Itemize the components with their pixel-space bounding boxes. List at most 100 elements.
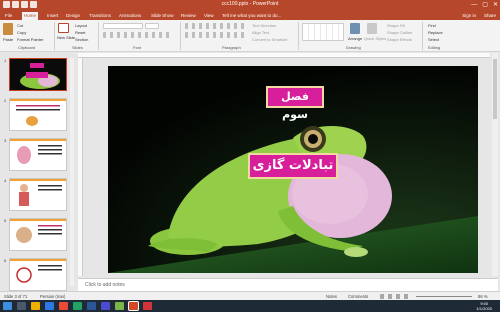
tab-slide-show[interactable]: Slide Show — [149, 12, 176, 20]
select-button[interactable]: Select — [428, 37, 439, 42]
notes-toggle[interactable]: Notes — [326, 294, 337, 299]
slide-count: Slide 3 of 71 — [4, 294, 28, 299]
thumbnail-content — [10, 99, 66, 126]
paste-button[interactable]: Paste — [3, 37, 13, 42]
app-icon[interactable] — [115, 302, 124, 310]
thumbnail-number: 2 — [4, 98, 7, 103]
slide-scrollbar[interactable] — [492, 53, 498, 276]
slide-thumbnail[interactable] — [9, 258, 67, 291]
quick-styles-button[interactable]: Quick Styles — [364, 36, 386, 41]
file-explorer-icon[interactable] — [31, 302, 40, 310]
slide-thumbnail-pane: 1 2 3 4 5 6 — [0, 53, 75, 291]
font-size-box[interactable] — [145, 23, 159, 29]
tab-insert[interactable]: Insert — [45, 12, 60, 20]
start-button[interactable] — [3, 302, 12, 310]
drawing-group-label: Drawing — [346, 45, 361, 50]
tab-file[interactable]: File — [3, 12, 14, 20]
topic-title-box[interactable]: تبادلات گازی — [248, 153, 338, 179]
slide-thumbnail[interactable] — [9, 98, 67, 131]
group-divider — [298, 22, 299, 50]
group-divider — [98, 22, 99, 50]
app-icon[interactable] — [143, 302, 152, 310]
replace-button[interactable]: Replace — [428, 30, 443, 35]
align-text-button[interactable]: Align Text — [252, 30, 269, 35]
comments-toggle[interactable]: Comments — [348, 294, 368, 299]
powerpoint-window: ccc100.pptx - PowerPoint — ▢ ✕ File Home… — [0, 0, 500, 312]
tab-design[interactable]: Design — [64, 12, 82, 20]
close-button[interactable]: ✕ — [493, 1, 498, 9]
maximize-button[interactable]: ▢ — [482, 1, 488, 9]
tab-review[interactable]: Review — [179, 12, 198, 20]
browser-icon[interactable] — [45, 302, 54, 310]
group-divider — [422, 22, 423, 50]
alignment-buttons[interactable] — [185, 32, 245, 38]
font-format-buttons[interactable] — [103, 32, 173, 38]
view-buttons[interactable] — [380, 294, 410, 299]
arrange-button[interactable]: Arrange — [348, 36, 362, 41]
thumbnail-number: 3 — [4, 138, 7, 143]
slide-thumbnail[interactable] — [9, 178, 67, 211]
shape-effects-button[interactable]: Shape Effects — [387, 37, 412, 42]
notes-pane[interactable]: Click to add notes — [78, 278, 498, 291]
section-button[interactable]: Section — [75, 37, 88, 42]
new-slide-icon[interactable] — [58, 23, 69, 33]
paste-icon[interactable] — [3, 23, 13, 35]
zoom-slider[interactable] — [416, 296, 472, 297]
minimize-button[interactable]: — — [471, 1, 477, 9]
cut-button[interactable]: Cut — [17, 23, 23, 28]
reset-button[interactable]: Reset — [75, 30, 85, 35]
thumbnail-number: 4 — [4, 178, 7, 183]
zoom-level[interactable]: 86 % — [478, 294, 488, 299]
thumbnail-number: 6 — [4, 258, 7, 263]
app-icon[interactable] — [59, 302, 68, 310]
arrange-icon[interactable] — [350, 23, 360, 34]
app-icon[interactable] — [101, 302, 110, 310]
list-buttons[interactable] — [185, 23, 245, 29]
search-icon[interactable] — [17, 302, 26, 310]
slide-thumbnail[interactable] — [9, 218, 67, 251]
layout-button[interactable]: Layout — [75, 23, 87, 28]
excel-icon[interactable] — [73, 302, 82, 310]
notes-placeholder: Click to add notes — [85, 282, 125, 288]
window-controls: — ▢ ✕ — [471, 1, 498, 9]
vertical-ruler — [78, 58, 83, 276]
text-direction-button[interactable]: Text Direction — [252, 23, 276, 28]
thumbnail-number: 5 — [4, 218, 7, 223]
font-name-box[interactable] — [103, 23, 143, 29]
share-button[interactable]: Share — [484, 12, 496, 20]
horizontal-ruler — [78, 53, 490, 58]
slide-canvas[interactable]: فصل سوم تبادلات گازی — [108, 66, 478, 273]
slide-thumbnail[interactable] — [9, 138, 67, 171]
find-button[interactable]: Find — [428, 23, 436, 28]
word-icon[interactable] — [87, 302, 96, 310]
ribbon-tabs: File Home Insert Design Transitions Anim… — [0, 11, 500, 20]
tell-me-search[interactable]: Tell me what you want to do... — [222, 12, 281, 20]
tab-view[interactable]: View — [202, 12, 216, 20]
sign-in-link[interactable]: Sign in — [462, 12, 476, 20]
slides-group-label: Slides — [72, 45, 83, 50]
font-group-label: Font — [133, 45, 142, 50]
system-clock[interactable]: 9:00 1/1/2020 — [476, 301, 492, 311]
tab-transitions[interactable]: Transitions — [87, 12, 113, 20]
group-divider — [54, 22, 55, 50]
new-slide-button[interactable]: New Slide — [57, 35, 75, 40]
tab-animations[interactable]: Animations — [117, 12, 143, 20]
editing-group-label: Editing — [428, 45, 441, 50]
language-indicator[interactable]: Persian (Iran) — [40, 294, 65, 299]
tab-home[interactable]: Home — [22, 12, 39, 20]
scrollbar-thumb[interactable] — [493, 59, 497, 119]
copy-button[interactable]: Copy — [17, 30, 26, 35]
group-divider — [180, 22, 181, 50]
quick-styles-icon[interactable] — [367, 23, 377, 34]
chapter-title-box[interactable]: فصل سوم — [266, 86, 324, 121]
shapes-gallery[interactable] — [302, 23, 344, 41]
powerpoint-icon[interactable] — [128, 301, 139, 311]
thumbnail-scrollbar[interactable] — [70, 58, 74, 286]
convert-smartart-button[interactable]: Convert to SmartArt — [252, 37, 287, 42]
slide-thumbnail[interactable] — [9, 58, 67, 91]
thumbnail-content — [10, 259, 66, 283]
shape-outline-button[interactable]: Shape Outline — [387, 30, 412, 35]
format-painter-button[interactable]: Format Painter — [17, 37, 43, 42]
shape-fill-button[interactable]: Shape Fill — [387, 23, 405, 28]
ribbon-home: Paste Cut Copy Format Painter Clipboard … — [0, 20, 500, 52]
